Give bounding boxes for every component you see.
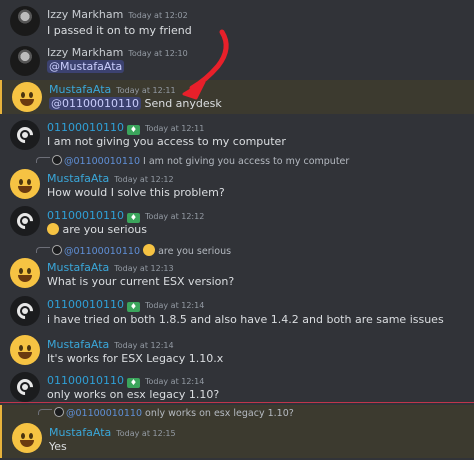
- author-name[interactable]: MustafaAta: [47, 338, 109, 351]
- avatar[interactable]: [10, 258, 40, 288]
- avatar[interactable]: [10, 335, 40, 365]
- timestamp: Today at 12:11: [144, 124, 205, 133]
- message[interactable]: 01100010110 ♦ Today at 12:11 I am not givi…: [0, 116, 474, 154]
- avatar[interactable]: [10, 206, 40, 236]
- avatar[interactable]: [10, 296, 40, 326]
- message-text: Yes: [49, 440, 67, 453]
- avatar[interactable]: [12, 423, 42, 453]
- reply-author: @01100010110: [64, 156, 140, 167]
- reply-author: @01100010110: [66, 408, 142, 419]
- timestamp: Today at 12:11: [116, 86, 176, 95]
- author-name[interactable]: Izzy Markham: [47, 46, 123, 59]
- message[interactable]: MustafaAta Today at 12:14 It's works for …: [0, 332, 474, 368]
- user-mention[interactable]: @01100010110: [49, 97, 141, 110]
- timestamp: Today at 12:02: [128, 11, 188, 20]
- message[interactable]: 01100010110 ♦ Today at 12:14 only works on…: [0, 368, 474, 402]
- author-name[interactable]: 01100010110: [47, 374, 124, 387]
- message[interactable]: 01100010110 ♦ Today at 12:14 i have tried …: [0, 292, 474, 332]
- avatar[interactable]: [10, 169, 40, 199]
- message-reply[interactable]: @01100010110 I am not giving you access …: [0, 155, 474, 199]
- timestamp: Today at 12:12: [114, 175, 174, 184]
- message[interactable]: 01100010110 ♦ Today at 12:12 are you serio…: [0, 202, 474, 240]
- message-reply-highlighted[interactable]: @01100010110 only works on esx legacy 1.…: [0, 405, 474, 458]
- role-badge-icon: ♦: [126, 213, 140, 223]
- user-mention[interactable]: @MustafaAta: [47, 60, 125, 73]
- message-text: i have tried on both 1.8.5 and also have…: [47, 313, 444, 326]
- author-name[interactable]: 01100010110: [47, 298, 124, 311]
- timestamp: Today at 12:15: [116, 429, 176, 438]
- reply-preview[interactable]: @01100010110 are you serious: [36, 244, 231, 257]
- message-text: @MustafaAta: [47, 60, 125, 73]
- message-text: are you serious: [47, 223, 147, 236]
- author-name[interactable]: MustafaAta: [47, 261, 109, 274]
- reply-preview[interactable]: @01100010110 only works on esx legacy 1.…: [38, 407, 294, 419]
- author-name[interactable]: Izzy Markham: [47, 8, 123, 21]
- message-text: How would I solve this problem?: [47, 186, 225, 199]
- message-text: I passed it on to my friend: [47, 24, 192, 37]
- avatar[interactable]: [12, 82, 42, 112]
- reply-text: are you serious: [158, 246, 232, 257]
- avatar[interactable]: [10, 372, 40, 402]
- grimace-emoji-icon: [47, 223, 59, 235]
- author-name[interactable]: MustafaAta: [49, 426, 111, 439]
- reply-author: @01100010110: [64, 246, 140, 257]
- red-arrow-annotation: [182, 29, 229, 100]
- author-name[interactable]: 01100010110: [47, 121, 124, 134]
- author-name[interactable]: MustafaAta: [49, 83, 111, 96]
- avatar[interactable]: [10, 120, 40, 150]
- message-reply[interactable]: @01100010110 are you serious MustafaAta T…: [0, 244, 474, 288]
- reply-avatar: [52, 155, 62, 165]
- reply-text: only works on esx legacy 1.10?: [145, 408, 294, 419]
- reply-text: I am not giving you access to my compute…: [143, 156, 350, 167]
- message-text: It's works for ESX Legacy 1.10.x: [47, 352, 224, 365]
- timestamp: Today at 12:13: [114, 264, 174, 273]
- role-badge-icon: ♦: [126, 125, 140, 135]
- reply-preview[interactable]: @01100010110 I am not giving you access …: [36, 155, 349, 167]
- role-badge-icon: ♦: [126, 302, 140, 312]
- timestamp: Today at 12:14: [144, 377, 205, 386]
- grimace-emoji-icon: [143, 244, 156, 256]
- timestamp: Today at 12:14: [144, 301, 205, 310]
- new-messages-divider: [0, 402, 474, 403]
- role-badge-icon: ♦: [126, 378, 140, 388]
- reply-avatar: [52, 245, 62, 255]
- avatar[interactable]: [10, 46, 40, 76]
- chat-message-list: Izzy Markham Today at 12:02 I passed it o…: [0, 0, 474, 460]
- reply-avatar: [54, 407, 64, 417]
- message-text: What is your current ESX version?: [47, 275, 235, 288]
- message-text: I am not giving you access to my compute…: [47, 135, 286, 148]
- timestamp: Today at 12:14: [114, 341, 174, 350]
- message-body: are you serious: [62, 223, 148, 236]
- timestamp: Today at 12:12: [144, 212, 205, 221]
- avatar[interactable]: [10, 6, 40, 36]
- message-text: only works on esx legacy 1.10?: [47, 388, 220, 401]
- author-name[interactable]: MustafaAta: [47, 172, 109, 185]
- author-name[interactable]: 01100010110: [47, 209, 124, 222]
